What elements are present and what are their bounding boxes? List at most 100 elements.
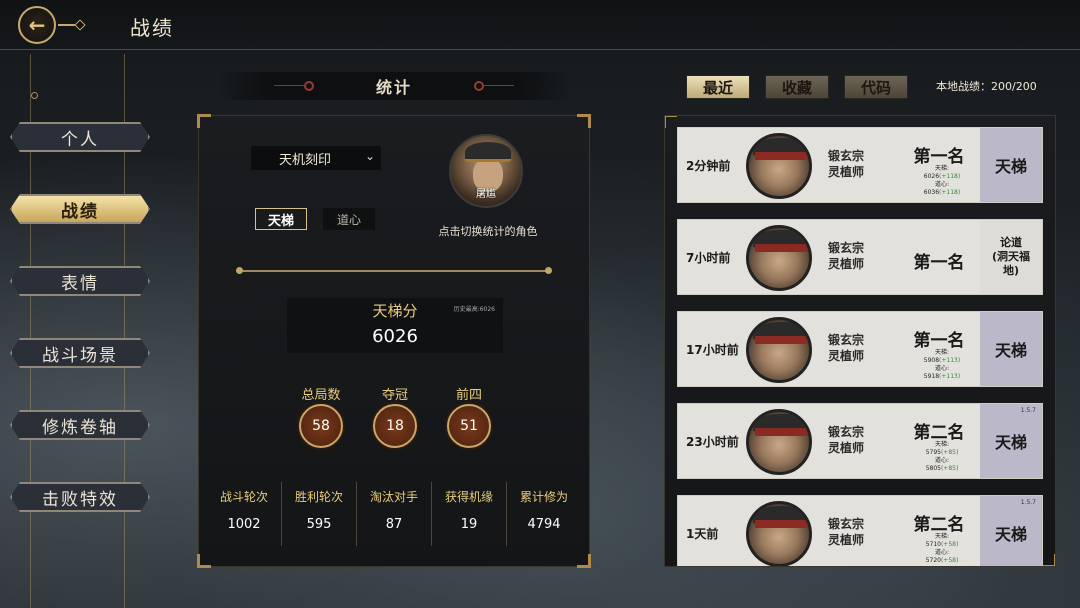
tab-code[interactable]: 代码 [844, 75, 908, 99]
ladder-delta: (+85) [940, 449, 959, 456]
player-portrait [746, 317, 812, 383]
sect-name: 锻玄宗 [828, 425, 865, 439]
heart-label: 道心: [934, 365, 950, 372]
stat-column: 累计修为 4794 [507, 488, 581, 532]
tab-recent[interactable]: 最近 [686, 75, 750, 99]
divider [236, 267, 552, 274]
record-mode: 天梯 [980, 128, 1042, 202]
record-card[interactable]: 2分钟前 锻玄宗 灵植师 第一名 天梯: 6026(+118) 道心: 6036(… [677, 127, 1043, 203]
stat-value: 595 [306, 517, 332, 532]
tab-ladder[interactable]: 天梯 [255, 208, 307, 230]
record-time: 1天前 [686, 527, 719, 541]
ladder-label: 天梯: [934, 349, 950, 356]
stat-column: 淘汰对手 87 [357, 488, 431, 532]
portrait-headband [755, 336, 809, 344]
switch-character-hint: 点击切换统计的角色 [438, 225, 538, 238]
record-rank: 第一名 [913, 331, 965, 351]
tab-heart[interactable]: 道心 [323, 208, 375, 230]
record-card[interactable]: 1天前 锻玄宗 灵植师 第二名 天梯: 5710(+58) 道心: 5720(+5… [677, 495, 1043, 566]
stat-value: 19 [460, 517, 478, 532]
stat-column: 胜利轮次 595 [282, 488, 356, 532]
back-arrow-icon: ← [28, 13, 46, 37]
menu-item-battle-scene[interactable]: 战斗场景 [10, 338, 150, 368]
record-mode: 天梯 [980, 404, 1042, 478]
stat-value: 4794 [527, 517, 561, 532]
menu-item-scroll[interactable]: 修炼卷轴 [10, 410, 150, 440]
record-time: 2分钟前 [686, 159, 731, 173]
record-card[interactable]: 7小时前 锻玄宗 灵植师 第一名 论道 (洞天福地) [677, 219, 1043, 295]
heart-value-line: 5805(+85) [906, 465, 978, 473]
header-ornament [484, 85, 514, 86]
corner-ornament [1043, 554, 1055, 566]
menu-item-defeat-effect[interactable]: 击败特效 [10, 482, 150, 512]
record-sect: 锻玄宗 灵植师 [828, 424, 884, 456]
ladder-delta: (+58) [940, 541, 959, 548]
menu-item-personal[interactable]: 个人 [10, 122, 150, 152]
heart-value-line: 5918(+113) [906, 373, 978, 381]
record-mode: 天梯 [980, 496, 1042, 566]
heart-value: 6036 [923, 189, 940, 196]
avatar-hat [465, 142, 511, 162]
menu-item-records[interactable]: 战绩 [10, 194, 150, 224]
menu-item-emotes[interactable]: 表情 [10, 266, 150, 296]
player-portrait [746, 133, 812, 199]
ladder-score-box: 天梯分 历史最高:6026 6026 [287, 298, 503, 353]
sect-name: 锻玄宗 [828, 241, 865, 255]
record-card[interactable]: 17小时前 锻玄宗 灵植师 第一名 天梯: 5908(+113) 道心: 5918… [677, 311, 1043, 387]
ladder-score-value: 6026 [372, 326, 418, 347]
heart-line: 道心: [906, 457, 978, 465]
mode-label: 论道 (洞天福地) [991, 236, 1031, 277]
record-time: 23小时前 [686, 435, 739, 449]
heart-value: 5805 [925, 465, 941, 472]
score-delta: 天梯: 5908(+113) 道心: 5918(+113) [906, 349, 978, 381]
menu-item-label: 个人 [61, 129, 99, 150]
portrait-headband [755, 152, 809, 160]
menu-item-label: 战斗场景 [42, 345, 118, 366]
ladder-value: 5795 [925, 449, 941, 456]
record-sect: 锻玄宗 灵植师 [828, 240, 884, 272]
record-mode: 论道 (洞天福地) [980, 220, 1042, 294]
record-rank: 第二名 [913, 423, 965, 443]
player-portrait [746, 501, 812, 566]
record-card[interactable]: 23小时前 锻玄宗灵植师 第二名 天梯: 5795(+85) 道心: 5805(… [677, 403, 1043, 479]
score-delta: 天梯: 6026(+118) 道心: 6036(+118) [906, 165, 978, 197]
stat-label: 获得机缘 [444, 490, 493, 504]
mark-select-value: 天机刻印 [279, 152, 332, 168]
back-button[interactable]: ← [18, 6, 56, 44]
tab-favorites[interactable]: 收藏 [765, 75, 829, 99]
page-title: 战绩 [130, 16, 174, 40]
ladder-value: 5908 [923, 357, 940, 364]
sect-name: 锻玄宗 [828, 333, 865, 347]
ladder-line: 天梯: [906, 349, 978, 357]
sect-name: 锻玄宗 [828, 517, 865, 531]
ladder-line: 天梯: [906, 533, 978, 541]
mark-select[interactable]: 天机刻印 ⌄ [251, 146, 381, 170]
heart-label: 道心: [934, 457, 950, 464]
ladder-label: 天梯: [934, 533, 950, 540]
ladder-delta: (+118) [939, 173, 961, 180]
corner-ornament [197, 114, 211, 128]
role-name: 灵植师 [828, 533, 865, 547]
heart-line: 道心: [906, 549, 978, 557]
stats-header: 统计 [218, 72, 570, 100]
header-ornament [274, 85, 304, 86]
stat-label: 累计修为 [519, 490, 568, 504]
record-sect: 锻玄宗 灵植师 [828, 516, 884, 548]
flower-icon [474, 81, 484, 91]
ladder-line: 天梯: [906, 441, 978, 449]
back-ornament [58, 24, 80, 26]
heart-value-line: 5720(+58) [906, 557, 978, 565]
player-portrait [746, 409, 812, 475]
heart-value: 5720 [925, 557, 941, 564]
games-badge: 58 [299, 404, 343, 448]
role-name: 灵植师 [828, 441, 865, 455]
ladder-value-line: 5710(+58) [906, 541, 978, 549]
character-avatar[interactable]: 屠尴 [449, 134, 523, 208]
heart-line: 道心: [906, 181, 978, 189]
rail-ornament [31, 92, 38, 99]
menu-item-label: 表情 [61, 273, 99, 294]
menu-item-label: 修炼卷轴 [42, 417, 118, 438]
corner-ornament [197, 554, 211, 568]
flower-icon [304, 81, 314, 91]
badge-label: 夺冠 [381, 388, 408, 403]
